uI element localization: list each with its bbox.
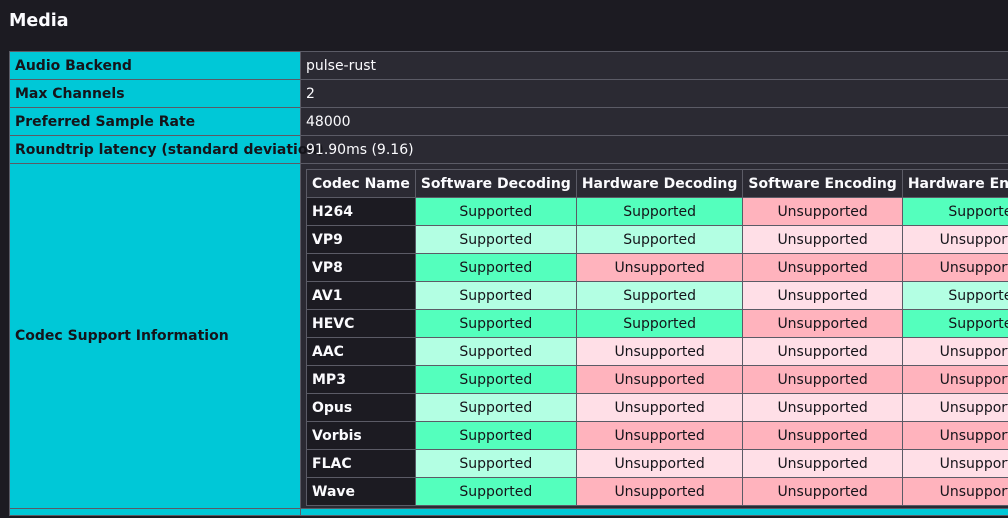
codec-table-body: H264 Supported Supported Unsupported Support… — [307, 198, 1008, 505]
media-info-table: Audio Backend pulse-rust Max Channels 2 … — [9, 51, 1008, 516]
latency-label: Roundtrip latency (standard deviation) — [10, 136, 324, 163]
software-encoding-status-cell: Unsupported — [743, 254, 902, 281]
info-row-audio-backend: Audio Backend pulse-rust — [10, 52, 1008, 79]
hardware-decoding-status-cell: Supported — [576, 198, 743, 225]
software-decoding-status-cell: Supported — [415, 422, 576, 449]
codec-name-cell: HEVC — [307, 310, 415, 337]
software-encoding-status-cell: Unsupported — [743, 198, 902, 225]
software-decoding-status-cell: Supported — [415, 310, 576, 337]
codec-row-flac: FLAC Supported Unsupported Unsupported Unsup… — [307, 450, 1008, 477]
hardware-decoding-status-cell: Unsupported — [576, 366, 743, 393]
codec-name-cell: AAC — [307, 338, 415, 365]
software-encoding-status-cell: Unsupported — [743, 450, 902, 477]
software-decoding-status-cell: Supported — [415, 450, 576, 477]
software-decoding-status-cell: Supported — [415, 366, 576, 393]
codec-name-cell: FLAC — [307, 450, 415, 477]
hardware-encoding-status-cell: Unsupported — [902, 422, 1008, 449]
software-encoding-status-cell: Unsupported — [743, 422, 902, 449]
codec-name-cell: Wave — [307, 478, 415, 505]
hardware-encoding-status-cell: Unsupported — [902, 478, 1008, 505]
hardware-decoding-status-cell: Supported — [576, 310, 743, 337]
software-decoding-status-cell: Supported — [415, 478, 576, 505]
software-decoding-status-cell: Supported — [415, 282, 576, 309]
codec-name-cell: VP9 — [307, 226, 415, 253]
codec-support-table: Codec Name Software Decoding Hardware De… — [306, 169, 1008, 506]
info-row-latency: Roundtrip latency (standard deviation) 9… — [10, 136, 1008, 163]
info-row-codec-support: Codec Support Information Codec Name Sof… — [10, 164, 1008, 508]
codec-row-opus: Opus Supported Unsupported Unsupported Unsup… — [307, 394, 1008, 421]
software-decoding-status-cell: Supported — [415, 394, 576, 421]
codec-name-cell: MP3 — [307, 366, 415, 393]
codec-row-wave: Wave Supported Unsupported Unsupported Unsup… — [307, 478, 1008, 505]
codec-row-aac: AAC Supported Unsupported Unsupported Unsupp… — [307, 338, 1008, 365]
hardware-decoding-status-cell: Unsupported — [576, 450, 743, 477]
hardware-decoding-status-cell: Supported — [576, 226, 743, 253]
codec-name-cell: Vorbis — [307, 422, 415, 449]
codec-row-hevc: HEVC Supported Supported Unsupported Support… — [307, 310, 1008, 337]
hardware-decoding-status-cell: Unsupported — [576, 422, 743, 449]
footer-label-strip — [10, 509, 300, 515]
codec-row-vp9: VP9 Supported Supported Unsupported Unsuppor… — [307, 226, 1008, 253]
audio-backend-value: pulse-rust — [301, 52, 1008, 79]
hardware-encoding-status-cell: Unsupported — [902, 450, 1008, 477]
software-decoding-status-cell: Supported — [415, 226, 576, 253]
hardware-encoding-status-cell: Unsupported — [902, 226, 1008, 253]
software-decoding-status-cell: Supported — [415, 198, 576, 225]
header-hardware-decoding: Hardware Decoding — [576, 170, 743, 197]
codec-name-cell: AV1 — [307, 282, 415, 309]
hardware-encoding-status-cell: Supported — [902, 198, 1008, 225]
codec-row-h264: H264 Supported Supported Unsupported Support… — [307, 198, 1008, 225]
info-row-sample-rate: Preferred Sample Rate 48000 — [10, 108, 1008, 135]
latency-value: 91.90ms (9.16) — [301, 136, 1008, 163]
software-decoding-status-cell: Supported — [415, 338, 576, 365]
codec-support-label: Codec Support Information — [10, 164, 300, 508]
software-encoding-status-cell: Unsupported — [743, 394, 902, 421]
section-title: Media — [9, 11, 69, 31]
audio-backend-label: Audio Backend — [10, 52, 300, 79]
hardware-encoding-status-cell: Supported — [902, 310, 1008, 337]
header-software-decoding: Software Decoding — [415, 170, 576, 197]
hardware-decoding-status-cell: Unsupported — [576, 478, 743, 505]
hardware-decoding-status-cell: Unsupported — [576, 394, 743, 421]
codec-row-mp3: MP3 Supported Unsupported Unsupported Unsupp… — [307, 366, 1008, 393]
codec-name-cell: H264 — [307, 198, 415, 225]
sample-rate-label: Preferred Sample Rate — [10, 108, 300, 135]
header-codec-name: Codec Name — [307, 170, 415, 197]
header-software-encoding: Software Encoding — [743, 170, 902, 197]
header-hardware-encoding: Hardware Encoding — [902, 170, 1008, 197]
codec-name-cell: Opus — [307, 394, 415, 421]
software-encoding-status-cell: Unsupported — [743, 282, 902, 309]
hardware-encoding-status-cell: Unsupported — [902, 366, 1008, 393]
hardware-encoding-status-cell: Unsupported — [902, 338, 1008, 365]
footer-value-strip — [301, 509, 1008, 515]
codec-row-vp8: VP8 Supported Unsupported Unsupported Unsupp… — [307, 254, 1008, 281]
software-encoding-status-cell: Unsupported — [743, 338, 902, 365]
hardware-decoding-status-cell: Supported — [576, 282, 743, 309]
hardware-encoding-status-cell: Unsupported — [902, 394, 1008, 421]
codec-support-value: Codec Name Software Decoding Hardware De… — [301, 164, 1008, 508]
max-channels-value: 2 — [301, 80, 1008, 107]
max-channels-label: Max Channels — [10, 80, 300, 107]
codec-name-cell: VP8 — [307, 254, 415, 281]
media-page: Media Audio Backend pulse-rust Max Chann… — [0, 0, 1008, 518]
codec-table-header-row: Codec Name Software Decoding Hardware De… — [307, 170, 1008, 197]
software-encoding-status-cell: Unsupported — [743, 310, 902, 337]
hardware-decoding-status-cell: Unsupported — [576, 254, 743, 281]
software-encoding-status-cell: Unsupported — [743, 478, 902, 505]
software-decoding-status-cell: Supported — [415, 254, 576, 281]
software-encoding-status-cell: Unsupported — [743, 226, 902, 253]
codec-row-av1: AV1SupportedSupportedUnsupportedSupporte… — [307, 282, 1008, 309]
sample-rate-value: 48000 — [301, 108, 1008, 135]
info-row-max-channels: Max Channels 2 — [10, 80, 1008, 107]
software-encoding-status-cell: Unsupported — [743, 366, 902, 393]
info-table-footer — [10, 509, 1008, 515]
hardware-encoding-status-cell: Unsupported — [902, 254, 1008, 281]
codec-row-vorbis: Vorbis Supported Unsupported Unsupported Uns… — [307, 422, 1008, 449]
hardware-decoding-status-cell: Unsupported — [576, 338, 743, 365]
hardware-encoding-status-cell: Supported — [902, 282, 1008, 309]
